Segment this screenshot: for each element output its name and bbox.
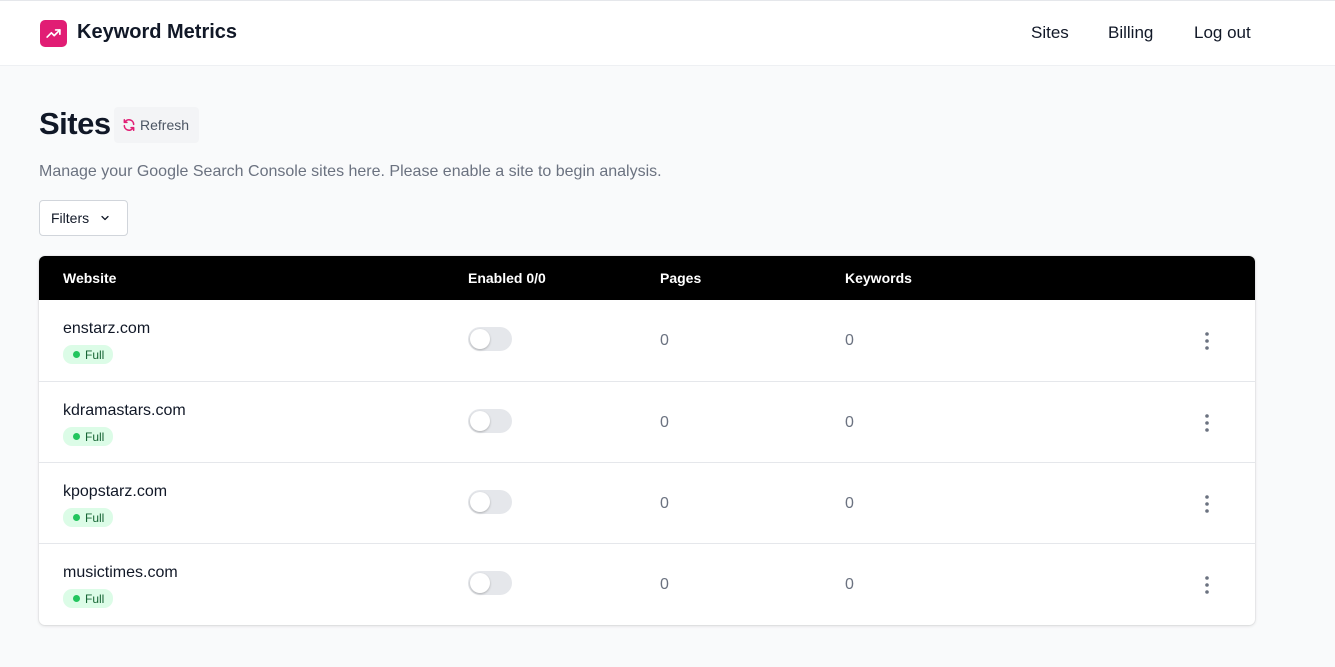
kebab-menu-icon xyxy=(1205,414,1209,432)
page-title: Sites xyxy=(39,106,111,141)
sites-table: Website Enabled 0/0 Pages Keywords ensta… xyxy=(39,256,1255,625)
column-header-website: Website xyxy=(63,270,117,286)
refresh-label: Refresh xyxy=(140,117,190,133)
keywords-count: 0 xyxy=(845,332,854,349)
site-name: enstarz.com xyxy=(63,320,151,337)
nav-link-logout[interactable]: Log out xyxy=(1194,23,1251,43)
access-badge: Full xyxy=(63,345,114,364)
toggle-knob xyxy=(470,573,490,593)
kebab-menu-icon xyxy=(1205,576,1209,594)
keywords-count: 0 xyxy=(845,414,854,431)
pages-count: 0 xyxy=(660,495,669,512)
row-menu-button[interactable] xyxy=(1195,492,1219,516)
status-dot-icon xyxy=(73,595,80,602)
access-label: Full xyxy=(85,510,105,525)
site-name: musictimes.com xyxy=(63,564,178,581)
chevron-down-icon xyxy=(101,215,109,221)
column-header-keywords: Keywords xyxy=(845,270,912,286)
top-navbar: Keyword Metrics Sites Billing Log out xyxy=(0,0,1335,66)
status-dot-icon xyxy=(73,514,80,521)
kebab-menu-icon xyxy=(1205,332,1209,350)
table-row: musictimes.com Full 0 0 xyxy=(39,543,1255,624)
toggle-knob xyxy=(470,411,490,431)
access-badge: Full xyxy=(63,427,114,446)
column-header-pages: Pages xyxy=(660,270,702,286)
status-dot-icon xyxy=(73,351,80,358)
row-menu-button[interactable] xyxy=(1195,329,1219,353)
logo[interactable] xyxy=(40,20,67,47)
access-label: Full xyxy=(85,429,105,444)
table-row: kpopstarz.com Full 0 0 xyxy=(39,462,1255,543)
site-name: kdramastars.com xyxy=(63,402,186,419)
table-row: enstarz.com Full 0 0 xyxy=(39,300,1255,381)
keywords-count: 0 xyxy=(845,495,854,512)
table-header: Website Enabled 0/0 Pages Keywords xyxy=(39,256,1255,300)
toggle-knob xyxy=(470,492,490,512)
refresh-button[interactable]: Refresh xyxy=(114,107,199,143)
enable-toggle[interactable] xyxy=(468,409,512,433)
trending-up-icon xyxy=(46,29,61,38)
enable-toggle[interactable] xyxy=(468,490,512,514)
pages-count: 0 xyxy=(660,332,669,349)
keywords-count: 0 xyxy=(845,576,854,593)
access-label: Full xyxy=(85,591,105,606)
status-dot-icon xyxy=(73,433,80,440)
enable-toggle[interactable] xyxy=(468,571,512,595)
access-label: Full xyxy=(85,347,105,362)
filters-label: Filters xyxy=(51,210,90,226)
nav-link-sites[interactable]: Sites xyxy=(1031,23,1069,43)
row-menu-button[interactable] xyxy=(1195,411,1219,435)
site-name: kpopstarz.com xyxy=(63,483,168,500)
enable-toggle[interactable] xyxy=(468,327,512,351)
app-title[interactable]: Keyword Metrics xyxy=(77,21,237,44)
refresh-icon xyxy=(123,118,135,132)
kebab-menu-icon xyxy=(1205,495,1209,513)
table-row: kdramastars.com Full 0 0 xyxy=(39,381,1255,462)
row-menu-button[interactable] xyxy=(1195,573,1219,597)
pages-count: 0 xyxy=(660,576,669,593)
page-description: Manage your Google Search Console sites … xyxy=(39,163,662,180)
access-badge: Full xyxy=(63,508,114,527)
nav-link-billing[interactable]: Billing xyxy=(1108,23,1153,43)
access-badge: Full xyxy=(63,589,114,608)
pages-count: 0 xyxy=(660,414,669,431)
toggle-knob xyxy=(470,329,490,349)
column-header-enabled: Enabled 0/0 xyxy=(468,270,546,286)
filters-dropdown[interactable]: Filters xyxy=(39,200,128,236)
